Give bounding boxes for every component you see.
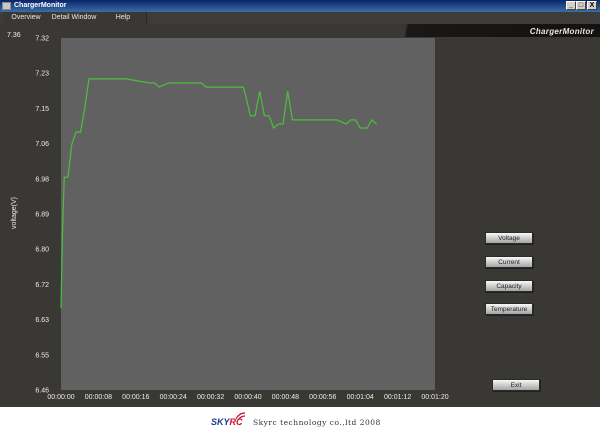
- x-tick-label: 00:01:12: [384, 394, 411, 401]
- x-ticks: 00:00:00 00:00:08 00:00:16 00:00:24 00:00:32…: [47, 394, 448, 401]
- x-tick-label: 00:00:24: [160, 394, 187, 401]
- menu-overview[interactable]: Overview: [4, 12, 49, 24]
- y-axis-label: voltage(V): [11, 197, 18, 229]
- y-tick-label: 6.89: [35, 212, 49, 219]
- y-ticks: 7.32 7.23 7.15 7.06 6.98 6.89 6.80 6.72 6.63 6.55…: [35, 36, 49, 395]
- menu-help[interactable]: Help: [100, 12, 147, 24]
- current-button[interactable]: Current: [485, 256, 533, 268]
- menu-detail-window[interactable]: Detail Window: [48, 12, 101, 24]
- y-tick-label: 6.98: [35, 176, 49, 183]
- y-tick-label: 6.72: [35, 282, 49, 289]
- x-tick-label: 00:00:08: [85, 394, 112, 401]
- menu-bar: Overview Detail Window Help: [0, 12, 600, 24]
- y-tick-label: 7.06: [35, 141, 49, 148]
- x-tick-label: 00:00:48: [272, 394, 299, 401]
- exit-button[interactable]: Exit: [492, 379, 540, 391]
- y-tick-label: 6.55: [35, 352, 49, 359]
- y-tick-label: 6.63: [35, 317, 49, 324]
- x-tick-label: 00:00:56: [309, 394, 336, 401]
- y-tick-label: 6.80: [35, 247, 49, 254]
- copyright-text: Skyrc technology co.,ltd 2008: [253, 418, 381, 427]
- y-top-label: 7.36: [7, 32, 21, 39]
- y-tick-label: 7.15: [35, 106, 49, 113]
- maximize-button[interactable]: □: [576, 1, 586, 10]
- close-button[interactable]: X: [587, 1, 597, 10]
- y-tick-label: 7.23: [35, 71, 49, 78]
- y-tick-label: 7.32: [35, 36, 49, 43]
- x-tick-label: 00:01:20: [421, 394, 448, 401]
- title-bar: ChargerMonitor _ □ X: [0, 0, 600, 12]
- signal-wave-icon: [235, 412, 246, 421]
- x-tick-label: 00:00:16: [122, 394, 149, 401]
- logo-sky: SKY: [211, 417, 230, 427]
- capacity-button[interactable]: Capacity: [485, 280, 533, 292]
- window-title: ChargerMonitor: [14, 2, 67, 9]
- minimize-button[interactable]: _: [566, 1, 576, 10]
- x-tick-label: 00:00:32: [197, 394, 224, 401]
- brand-label: ChargerMonitor: [529, 27, 594, 36]
- x-tick-label: 00:00:00: [47, 394, 74, 401]
- voltage-chart: 7.36 voltage(V) 7.32 7.23 7.15 7.06 6.98 6.89…: [7, 32, 449, 401]
- plot-area: [61, 38, 435, 390]
- app-icon: [2, 2, 11, 10]
- voltage-button[interactable]: Voltage: [485, 232, 533, 244]
- x-tick-label: 00:01:04: [347, 394, 374, 401]
- footer: SKYRC Skyrc technology co.,ltd 2008: [0, 407, 600, 434]
- temperature-button[interactable]: Temperature: [485, 303, 533, 315]
- x-tick-label: 00:00:40: [234, 394, 261, 401]
